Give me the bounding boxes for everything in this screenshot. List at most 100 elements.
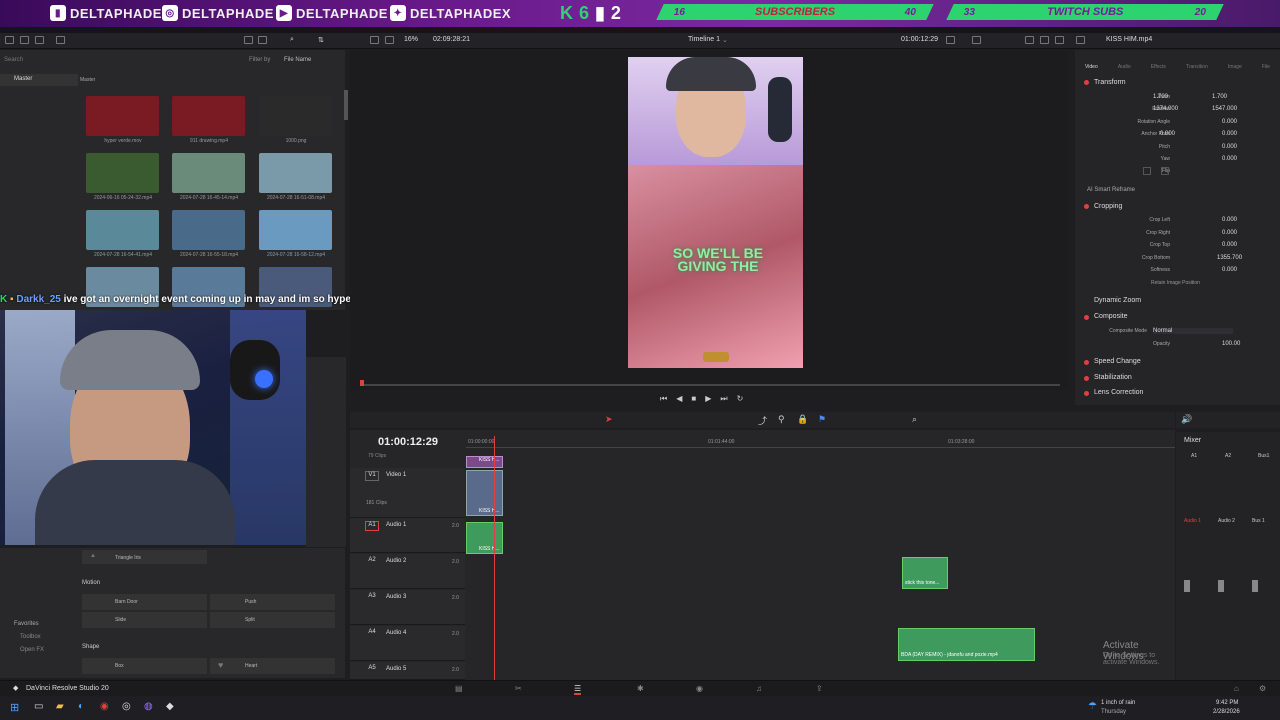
clip-thumbnail[interactable]	[86, 153, 159, 193]
section-transform[interactable]: Transform	[1094, 79, 1126, 86]
zoom-level[interactable]: 16%	[404, 36, 418, 43]
link-icon[interactable]: ⚲	[778, 414, 785, 425]
speed-enable-dot[interactable]	[1084, 360, 1089, 365]
skip-end-icon[interactable]: ⏭	[720, 394, 727, 404]
task-view-icon[interactable]: ▭	[34, 701, 43, 712]
edge-icon[interactable]: ◐	[78, 701, 84, 712]
resolve-taskbar-icon[interactable]: ◆	[166, 701, 174, 712]
flip-h-icon[interactable]	[1143, 167, 1151, 175]
volume-icon[interactable]: 🔊	[1181, 414, 1192, 425]
deliver-page-icon[interactable]: ⇪	[816, 684, 823, 693]
sidebar-toolbox[interactable]: Toolbox	[20, 634, 41, 640]
viewer-scrubber[interactable]	[360, 384, 1060, 386]
settings-icon[interactable]: ⚙	[1259, 684, 1266, 693]
loop-icon[interactable]: ↻	[737, 394, 744, 404]
composite-mode-select[interactable]: Normal	[1153, 328, 1233, 334]
zoom-icon[interactable]: ⌕	[912, 414, 917, 425]
clip-thumbnail[interactable]	[172, 210, 245, 250]
media-pool-scrollbar[interactable]	[344, 90, 348, 120]
selection-tool-icon[interactable]: ➤	[605, 414, 613, 425]
effect-heart[interactable]: ♥ Heart	[210, 658, 335, 674]
reverse-icon[interactable]: ◀	[676, 394, 682, 404]
home-icon[interactable]: ⌂	[1234, 684, 1239, 693]
sidebar-favorites[interactable]: Favorites	[14, 621, 39, 627]
tab-audio[interactable]: Audio	[1118, 64, 1131, 72]
fader-bus1[interactable]	[1252, 580, 1258, 592]
track-v1[interactable]: V1 Video 1 181 Clips	[350, 468, 465, 518]
lock-icon[interactable]: 🔒	[797, 414, 808, 425]
stabilization-enable-dot[interactable]	[1084, 376, 1089, 381]
fairlight-page-icon[interactable]: ♫	[756, 684, 762, 693]
scrubber-playhead[interactable]	[360, 380, 364, 386]
section-composite[interactable]: Composite	[1094, 313, 1127, 320]
section-cropping[interactable]: Cropping	[1094, 203, 1122, 210]
section-stabilization[interactable]: Stabilization	[1094, 374, 1132, 381]
tab-transition[interactable]: Transition	[1186, 64, 1208, 72]
viewer-mode-icon[interactable]	[385, 36, 394, 44]
split-icon[interactable]	[1040, 36, 1049, 44]
overlay-icon[interactable]	[972, 36, 981, 44]
effect-split[interactable]: Split	[210, 612, 335, 628]
lens-enable-dot[interactable]	[1084, 391, 1089, 396]
thumbnail-view-icon[interactable]	[244, 36, 253, 44]
audio-clip-a2[interactable]: stick this tone...	[902, 557, 948, 589]
tab-effects[interactable]: Effects	[1151, 64, 1166, 72]
timeline-selector[interactable]: Timeline 1	[688, 36, 720, 43]
composite-enable-dot[interactable]	[1084, 315, 1089, 320]
effect-push[interactable]: Push	[210, 594, 335, 610]
video-frame[interactable]: SO WE'LL BE GIVING THE	[628, 57, 803, 368]
power-bins-icon[interactable]	[35, 36, 44, 44]
clip-thumbnail[interactable]	[86, 210, 159, 250]
tab-file[interactable]: File	[1262, 64, 1270, 72]
inspector-toggle-icon[interactable]	[1076, 36, 1085, 44]
track-a5[interactable]: A5 Audio 5 2.0	[350, 662, 465, 680]
effect-box[interactable]: Box	[82, 658, 207, 674]
flip-v-icon[interactable]	[1161, 167, 1169, 175]
fullscreen-icon[interactable]	[1055, 36, 1064, 44]
skip-start-icon[interactable]: ⏮	[660, 394, 667, 404]
video-clip[interactable]: KISS H...	[466, 470, 503, 516]
ai-smart-reframe[interactable]: AI Smart Reframe	[1087, 187, 1135, 193]
chevron-down-icon[interactable]: ⌄	[722, 36, 728, 44]
timeline-ruler[interactable]: 01:00:00:00 01:01:44:00 01:03:28:00	[466, 436, 1175, 448]
viewer-options-icon[interactable]	[946, 36, 955, 44]
audio-clip-a4[interactable]: BDA (DAY REMIX) - jdanofu and pozie.mp4	[898, 628, 1035, 661]
effect-barn-door[interactable]: Barn Door	[82, 594, 207, 610]
clip-icon[interactable]	[56, 36, 65, 44]
effect-triangle-iris[interactable]: ▲ Triangle Iris	[82, 550, 207, 564]
section-dynamic-zoom[interactable]: Dynamic Zoom	[1094, 297, 1141, 304]
viewer-layout-icon[interactable]	[370, 36, 379, 44]
bin-list-icon[interactable]	[20, 36, 29, 44]
section-lens-correction[interactable]: Lens Correction	[1094, 389, 1143, 396]
position-y[interactable]: 1547.000	[1212, 106, 1237, 112]
fusion-page-icon[interactable]: ✱	[637, 684, 644, 693]
timeline-playhead[interactable]	[494, 436, 495, 680]
track-a1[interactable]: A1 Audio 1 2.0	[350, 518, 465, 553]
clip-thumbnail[interactable]	[86, 96, 159, 136]
tab-image[interactable]: Image	[1228, 64, 1242, 72]
clock-date[interactable]: 2/28/2026	[1213, 709, 1240, 715]
color-page-icon[interactable]: ◉	[696, 684, 703, 693]
flag-icon[interactable]: ⚑	[818, 414, 826, 425]
stop-icon[interactable]: ■	[691, 394, 696, 404]
fader-a1[interactable]	[1184, 580, 1190, 592]
filter-select[interactable]: File Name	[284, 57, 311, 63]
discord-icon[interactable]: ◍	[144, 701, 153, 712]
start-icon[interactable]: ⊞	[10, 701, 19, 714]
play-icon[interactable]: ▶	[705, 394, 711, 404]
fader-a2[interactable]	[1218, 580, 1224, 592]
media-page-icon[interactable]: ▤	[455, 684, 463, 693]
file-explorer-icon[interactable]: ▰	[56, 701, 64, 712]
clip-thumbnail[interactable]	[259, 210, 332, 250]
clip-thumbnail[interactable]	[259, 96, 332, 136]
effect-slide[interactable]: Slide	[82, 612, 207, 628]
layout-icon[interactable]	[1025, 36, 1034, 44]
audio-clip-a1[interactable]: KISS H...	[466, 522, 503, 554]
panel-toggle-icon[interactable]	[5, 36, 14, 44]
zoom-y[interactable]: 1.700	[1212, 94, 1227, 100]
grid-view-icon[interactable]	[258, 36, 267, 44]
retain-image-position-checkbox[interactable]: Retain Image Position	[1151, 280, 1200, 286]
edit-page-icon[interactable]: ☰	[574, 684, 582, 695]
track-a4[interactable]: A4 Audio 4 2.0	[350, 626, 465, 661]
snapping-icon[interactable]: ⤴	[758, 414, 767, 427]
